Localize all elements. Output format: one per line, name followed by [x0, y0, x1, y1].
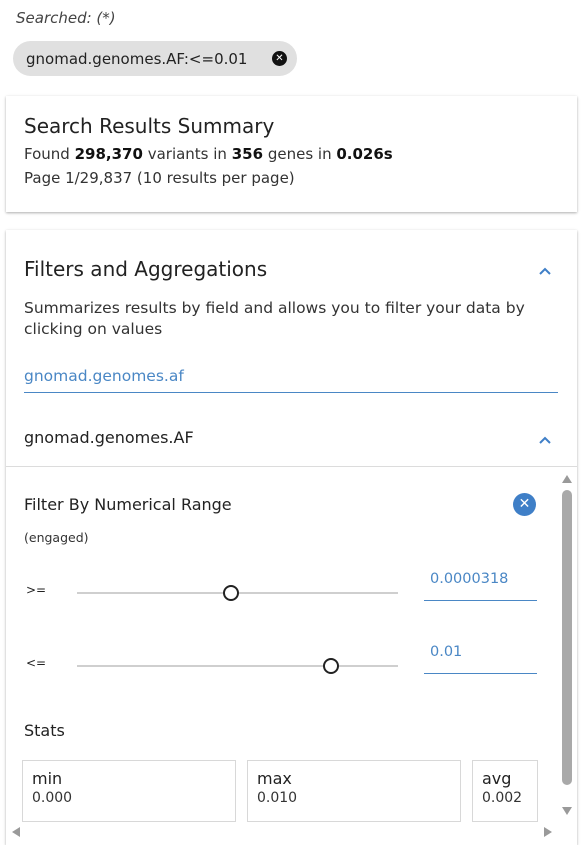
vertical-scrollbar[interactable] [561, 475, 573, 815]
stat-name: min [32, 769, 63, 788]
field-search-input[interactable]: gnomad.genomes.af [24, 363, 558, 393]
stat-value: 0.010 [257, 790, 298, 806]
filters-title: Filters and Aggregations [24, 257, 268, 281]
page-info: Page 1/29,837 (10 results per page) [24, 169, 295, 187]
filters-description: Summarizes results by field and allows y… [24, 299, 525, 338]
scroll-up-arrow-icon[interactable] [562, 475, 572, 483]
searched-label: Searched: (*) [16, 9, 116, 27]
found-prefix: Found [24, 145, 70, 163]
stat-value: 0.002 [482, 790, 523, 806]
engaged-label: (engaged) [24, 530, 89, 545]
lte-slider-thumb[interactable] [322, 658, 339, 674]
gte-slider-track[interactable] [77, 585, 398, 601]
clear-filter-button[interactable]: ✕ [513, 493, 536, 516]
chevron-up-icon[interactable] [537, 432, 553, 448]
chevron-up-icon[interactable] [537, 263, 553, 279]
scrollbar-thumb[interactable] [562, 490, 572, 785]
variant-count: 298,370 [74, 145, 143, 163]
stat-value: 0.000 [32, 790, 73, 806]
summary-title: Search Results Summary [24, 114, 275, 138]
close-icon[interactable]: ✕ [272, 51, 287, 66]
lte-slider-track[interactable] [77, 658, 398, 674]
chip-text: gnomad.genomes.AF:<=0.01 [26, 49, 248, 68]
aggregation-name[interactable]: gnomad.genomes.AF [24, 428, 194, 447]
gte-slider-thumb[interactable] [223, 585, 240, 601]
scroll-left-arrow-icon[interactable] [12, 827, 20, 837]
numerical-range-filter-panel: Filter By Numerical Range ✕ (engaged) >=… [6, 467, 577, 845]
stat-avg: avg 0.002 [472, 760, 538, 822]
search-results-summary-card: Search Results Summary Found 298,370 var… [6, 96, 577, 212]
stat-name: avg [482, 769, 512, 788]
stat-name: max [257, 769, 292, 788]
filters-aggregations-card: Filters and Aggregations Summarizes resu… [6, 230, 577, 845]
query-time: 0.026s [336, 145, 393, 163]
lte-value-input[interactable]: 0.01 [424, 638, 537, 674]
stats-label: Stats [24, 721, 65, 740]
range-filter-title: Filter By Numerical Range [24, 495, 232, 514]
stat-min: min 0.000 [22, 760, 236, 822]
summary-found-line: Found 298,370 variants in 356 genes in 0… [24, 142, 559, 166]
gte-value-input[interactable]: 0.0000318 [424, 565, 537, 601]
gene-count: 356 [231, 145, 264, 163]
search-term-chip[interactable]: gnomad.genomes.AF:<=0.01 ✕ [13, 41, 297, 76]
gte-label: >= [26, 583, 47, 597]
stat-max: max 0.010 [247, 760, 461, 822]
variants-word: variants in [147, 145, 227, 163]
genes-word: genes in [267, 145, 332, 163]
scroll-right-arrow-icon[interactable] [544, 827, 552, 837]
horizontal-scrollbar[interactable] [12, 826, 552, 838]
lte-label: <= [26, 656, 47, 670]
scroll-down-arrow-icon[interactable] [562, 807, 572, 815]
